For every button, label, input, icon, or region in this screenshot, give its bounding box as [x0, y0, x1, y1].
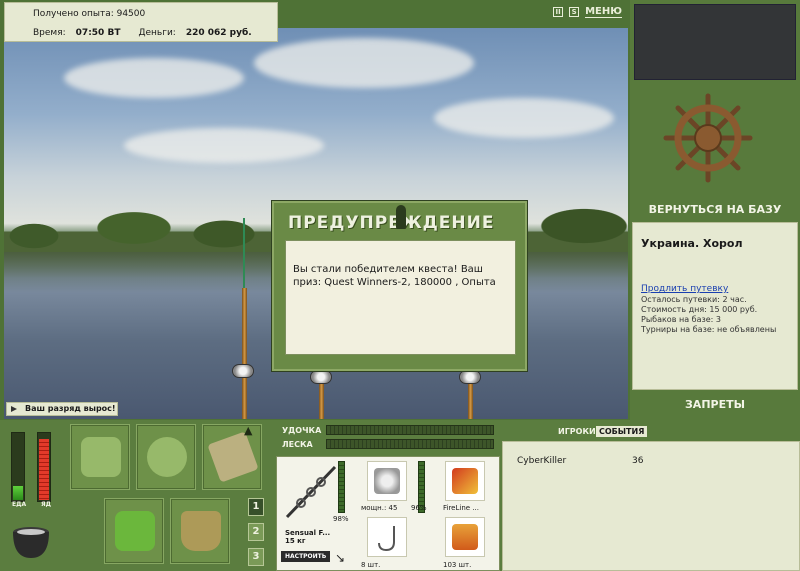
tab-1[interactable]: 1 [248, 498, 264, 516]
food-meter [11, 432, 25, 502]
warning-dialog[interactable]: ПРЕДУПРЕЖДЕНИЕ Вы стали победителем квес… [271, 200, 528, 372]
player-name: CyberKiller [517, 456, 567, 466]
dialog-message: Вы стали победителем квеста! Ваш приз: Q… [285, 240, 516, 355]
info-line: Турниры на базе: не объявлены [641, 325, 777, 334]
info-line: Осталось путевки: 2 час. [641, 295, 747, 304]
sound-button[interactable]: S [569, 7, 580, 17]
arrow-icon: ↘ [335, 551, 346, 565]
back-to-base-button[interactable]: ВЕРНУТЬСЯ НА БАЗУ [632, 203, 798, 216]
tackle-panel: 98% Sensual F... 15 кг НАСТРОИТЬ ↘ мощн.… [276, 456, 500, 571]
cloud [434, 98, 614, 138]
sack-icon [147, 437, 187, 477]
fishing-rod-3[interactable] [468, 378, 473, 419]
food-label: ЕДА [12, 501, 27, 508]
info-line: Рыбаков на базе: 3 [641, 315, 721, 324]
notepad-icon [207, 431, 259, 483]
time-label: Время: [33, 28, 66, 38]
list-item[interactable]: CyberKiller 36 [517, 456, 777, 466]
time-value: 07:50 ВТ [75, 28, 121, 38]
reel-power: мощн.: 45 [361, 504, 398, 512]
line-progress [326, 439, 494, 449]
poison-meter [37, 432, 51, 502]
status-hud: Получено опыта: 94500 Время: 07:50 ВТ Де… [4, 2, 278, 42]
tab-2[interactable]: 2 [248, 523, 264, 541]
players-list: CyberKiller 36 [502, 441, 800, 571]
player-value: 36 [632, 456, 644, 466]
slot-net-bag[interactable] [136, 424, 196, 490]
rod-label: УДОЧКА [282, 426, 322, 435]
line-name: FireLine ... [443, 504, 479, 512]
slot-backpack[interactable] [70, 424, 130, 490]
game-window: Получено опыта: 94500 Время: 07:50 ВТ Де… [0, 0, 800, 571]
info-line: Стоимость дня: 15 000 руб. [641, 305, 758, 314]
bait-count: 103 шт. [443, 561, 472, 569]
cloud [64, 58, 244, 98]
fishing-rod-2[interactable] [319, 378, 324, 419]
dialog-title: ПРЕДУПРЕЖДЕНИЕ [288, 213, 495, 233]
ad-banner [634, 4, 796, 80]
pause-icon[interactable]: II [553, 7, 564, 17]
rod-weight: 15 кг [285, 537, 306, 545]
money-label: Деньги: [138, 28, 176, 38]
tab-events[interactable]: СОБЫТИЯ [596, 426, 648, 437]
reel-icon [310, 370, 332, 384]
slot-tools[interactable] [202, 424, 262, 490]
hook-count: 8 шт. [361, 561, 381, 569]
ship-wheel-icon[interactable] [662, 92, 754, 184]
money-value: 220 062 руб. [185, 28, 252, 38]
reel-percent: 96% [411, 504, 427, 512]
slot-bucket[interactable] [170, 498, 230, 564]
rod-condition-bar [338, 461, 345, 513]
rank-notice[interactable]: Ваш разряд вырос! [6, 402, 118, 416]
slot-food[interactable] [104, 498, 164, 564]
bucket-icon [181, 511, 221, 551]
basket-icon [115, 511, 155, 551]
rod-icon[interactable] [283, 461, 339, 521]
cloud [124, 128, 324, 163]
line-slot[interactable] [445, 461, 485, 501]
cauldron-icon[interactable] [9, 518, 53, 562]
menu-button[interactable]: МЕНЮ [585, 6, 622, 18]
setup-button[interactable]: НАСТРОИТЬ [281, 551, 331, 562]
rod-progress [326, 425, 494, 435]
cursor-icon: ▲ [244, 424, 253, 437]
location-title: Украина. Хорол [641, 237, 743, 250]
tab-players[interactable]: ИГРОКИ [555, 426, 599, 437]
line-spool-icon [452, 468, 478, 494]
rod-tip [243, 218, 245, 288]
fishing-rod-1[interactable] [242, 288, 247, 419]
hook-icon [378, 526, 395, 552]
base-info: Украина. Хорол Продлить путевку Осталось… [632, 222, 798, 390]
reel-icon [232, 364, 254, 378]
poison-label: ЯД [41, 501, 51, 508]
rod-percent: 98% [333, 515, 349, 523]
tab-3[interactable]: 3 [248, 548, 264, 566]
experience-text: Получено опыта: 94500 [33, 9, 146, 19]
dialog-hanger-icon [396, 205, 406, 229]
line-label: ЛЕСКА [282, 440, 313, 449]
bag-icon [81, 437, 121, 477]
hook-slot[interactable] [367, 517, 407, 557]
cloud [254, 38, 474, 88]
rod-name: Sensual F... [285, 529, 331, 537]
bans-button[interactable]: ЗАПРЕТЫ [632, 398, 798, 411]
bait-pack-icon [452, 524, 478, 550]
reel-slot[interactable] [367, 461, 407, 501]
bait-slot[interactable] [445, 517, 485, 557]
reel-icon [374, 468, 400, 494]
extend-trip-link[interactable]: Продлить путевку [641, 284, 728, 294]
reel-icon [459, 370, 481, 384]
